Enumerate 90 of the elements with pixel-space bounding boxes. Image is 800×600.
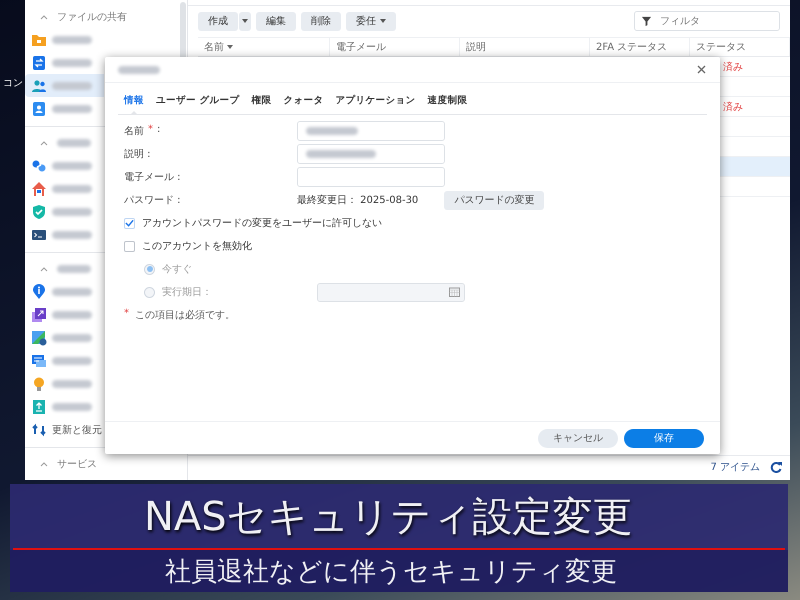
label-colon: :	[157, 124, 160, 137]
blurred-text	[52, 356, 92, 364]
tab[interactable]: 速度制限	[421, 87, 474, 114]
last-changed-text: 最終変更日： 2025-08-30	[297, 194, 418, 207]
caret-icon	[380, 18, 386, 24]
text-field[interactable]	[297, 167, 445, 187]
text-field[interactable]	[297, 121, 445, 141]
checkbox[interactable]	[124, 240, 135, 252]
column-header[interactable]: ステータス	[690, 38, 790, 56]
blurred-text	[52, 104, 92, 112]
required-note: この項目は必須です。	[135, 308, 235, 322]
sort-caret-icon	[227, 44, 233, 50]
required-mark: *	[148, 124, 153, 137]
dropdown-button[interactable]	[239, 12, 251, 30]
tab[interactable]: クォータ	[277, 87, 330, 114]
cancel-button[interactable]: キャンセル	[538, 428, 618, 448]
create-button[interactable]: 作成	[198, 12, 238, 30]
radio-label: 実行期日：	[162, 286, 212, 299]
text-field[interactable]	[297, 144, 445, 164]
blurred-text	[57, 138, 91, 146]
upload-icon	[31, 398, 47, 414]
banner-title: NASセキュリティ設定変更	[143, 492, 634, 542]
blurred-text	[306, 150, 376, 158]
banner-subtitle: 社員退社などに伴うセキュリティ変更	[10, 550, 788, 592]
blurred-text	[118, 66, 160, 74]
required-mark: *	[124, 308, 129, 321]
blurred-text	[52, 82, 92, 90]
field-label: 説明 :	[124, 148, 151, 161]
section-header[interactable]: サービス	[25, 452, 101, 475]
sidebar-item[interactable]: 更新と復元	[25, 418, 104, 441]
filter-icon	[641, 16, 652, 26]
refresh-arrows-icon	[31, 422, 47, 438]
section-title: サービス	[57, 458, 97, 470]
save-button[interactable]: 保存	[624, 428, 704, 448]
document-arrows-icon	[31, 54, 47, 70]
close-icon	[697, 65, 706, 74]
blurred-text	[52, 184, 92, 192]
desktop-label: コン	[3, 78, 23, 89]
chat-icon	[31, 352, 47, 368]
checkbox-label: このアカウントを無効化	[142, 240, 252, 253]
field-label: 電子メール :	[124, 171, 181, 184]
blurred-text	[52, 58, 92, 66]
field-label: 名前	[124, 125, 144, 138]
column-header[interactable]: 名前	[198, 38, 330, 56]
house-icon	[31, 180, 47, 196]
blurred-text	[52, 36, 92, 44]
blurred-text	[57, 264, 91, 272]
caret-icon	[242, 18, 248, 24]
blurred-text	[52, 402, 92, 410]
checkmark-icon	[125, 218, 134, 228]
blurred-text	[52, 208, 92, 216]
checkbox[interactable]	[124, 218, 135, 228]
column-header[interactable]: 2FA ステータス	[590, 38, 690, 56]
toolbar-button[interactable]: 削除	[301, 12, 341, 30]
column-header[interactable]: 説明	[460, 38, 590, 56]
blurred-text	[52, 162, 92, 170]
tab[interactable]: ユーザー グループ	[150, 87, 246, 114]
tab[interactable]: 権限	[245, 87, 278, 114]
radio-label: 今すぐ	[162, 263, 192, 276]
item-count: 7 アイテム	[710, 461, 760, 474]
field-label: パスワード :	[124, 194, 181, 207]
refresh-icon	[770, 461, 782, 473]
checkbox-label: アカウントパスワードの変更をユーザーに許可しない	[142, 216, 382, 230]
blurred-text	[52, 310, 92, 318]
blurred-text	[52, 230, 92, 238]
item-label: 更新と復元	[52, 424, 102, 436]
section-title: ファイルの共有	[57, 10, 127, 24]
link-icon	[31, 158, 47, 174]
section-header[interactable]: ファイルの共有	[25, 5, 131, 28]
lightbulb-icon	[31, 376, 47, 392]
contact-card-icon	[31, 100, 47, 116]
blurred-text	[52, 288, 92, 296]
filter-field[interactable]: フィルタ	[634, 11, 780, 31]
blurred-text	[306, 127, 358, 135]
blurred-text	[52, 334, 92, 342]
calendar-icon	[449, 287, 460, 297]
users-icon	[31, 78, 47, 94]
shield-check-icon	[31, 204, 47, 220]
tab[interactable]: アプリケーション	[329, 87, 422, 114]
status-cell-text: 済み	[723, 60, 743, 74]
toolbar-button[interactable]: 編集	[256, 12, 296, 30]
window-arrow-icon	[31, 306, 47, 322]
column-header[interactable]: 電子メール	[330, 38, 460, 56]
info-pin-icon	[31, 284, 47, 300]
tab[interactable]: 情報	[118, 87, 150, 114]
map-icon	[31, 330, 47, 346]
change-password-button[interactable]: パスワードの変更	[444, 190, 544, 210]
menu-button[interactable]: 委任	[346, 12, 396, 30]
status-cell-text: 済み	[723, 100, 743, 114]
blurred-text	[52, 380, 92, 388]
